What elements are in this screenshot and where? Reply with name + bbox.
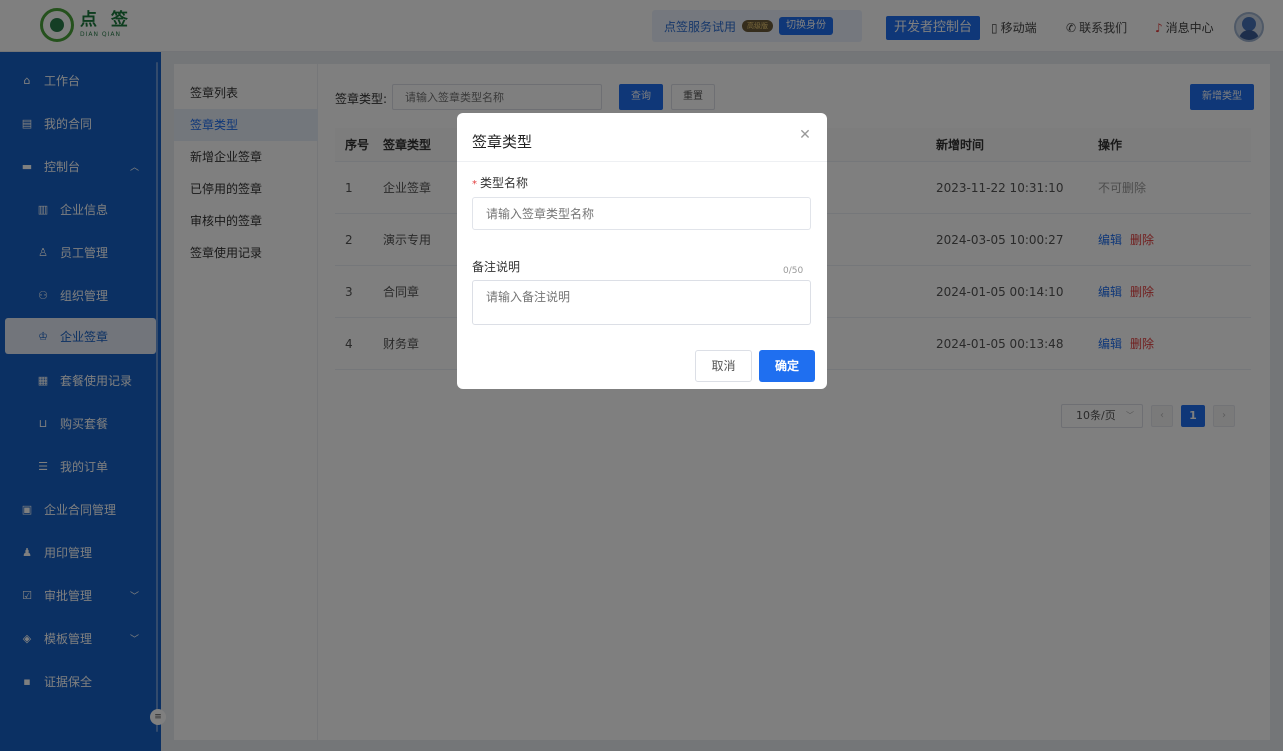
dialog-divider (457, 161, 827, 162)
confirm-button[interactable]: 确定 (759, 350, 815, 382)
remark-label: 备注说明 (472, 260, 521, 274)
remark-char-count: 0/50 (783, 266, 804, 276)
type-name-label: * 类型名称 (472, 174, 528, 191)
seal-type-dialog: 签章类型 ✕ *类型名称 备注说明 0/50 取消 确定 (457, 113, 827, 389)
cancel-button[interactable]: 取消 (695, 350, 752, 382)
required-mark: * (472, 179, 477, 190)
type-name-input[interactable] (472, 197, 811, 230)
dialog-title: 签章类型 (472, 133, 533, 151)
close-icon[interactable]: ✕ (797, 127, 813, 143)
remark-textarea[interactable] (472, 280, 811, 325)
type-name-label-text: 类型名称 (480, 176, 529, 190)
